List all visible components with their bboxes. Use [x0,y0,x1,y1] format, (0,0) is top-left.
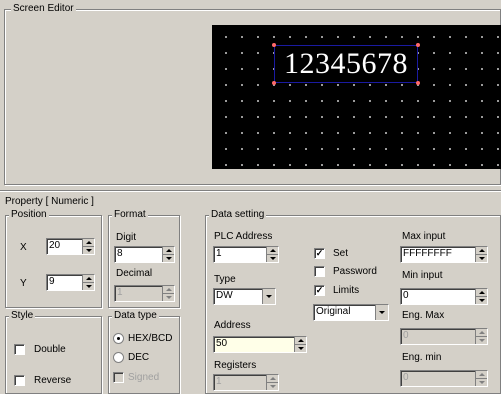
address-input[interactable]: 50 [213,336,307,353]
resize-handle-br[interactable] [416,81,420,85]
resize-handle-tl[interactable] [272,43,276,47]
min-input-field[interactable]: 0 [400,288,488,305]
max-spin-icon[interactable] [475,247,487,262]
mode-dropdown-icon[interactable] [375,305,388,320]
type-select[interactable]: DW [213,288,276,305]
hex-bcd-label: HEX/BCD [128,333,173,344]
type-label: Type [214,274,236,285]
data-type-title: Data type [112,310,159,322]
max-input-field[interactable]: FFFFFFFF [400,246,488,263]
double-checkbox[interactable] [14,344,25,355]
decimal-label: Decimal [116,268,153,279]
style-title: Style [9,310,36,322]
registers-spin-icon [266,375,278,390]
digit-spin-icon[interactable] [162,247,174,262]
digit-input[interactable]: 8 [114,246,175,263]
screen-editor-title: Screen Editor [11,3,76,15]
resize-handle-tr[interactable] [416,43,420,47]
digit-label: Digit [116,232,137,243]
eng-max-field: 0 [400,328,488,345]
type-dropdown-icon[interactable] [262,289,275,304]
property-title: Property [ Numeric ] [5,196,94,207]
signed-label: Signed [128,372,160,383]
reverse-checkbox[interactable] [14,375,25,386]
set-checkbox[interactable]: ✓ [314,248,325,259]
reverse-label: Reverse [34,375,72,386]
min-spin-icon[interactable] [475,289,487,304]
set-label: Set [333,248,349,259]
plc-address-input[interactable]: 1 [213,246,279,263]
dec-radio[interactable] [113,352,124,363]
mode-select[interactable]: Original [313,304,389,321]
x-spin-icon[interactable] [82,239,94,254]
position-title: Position [9,209,49,221]
screen-canvas[interactable]: 12345678 [212,25,501,169]
dec-label: DEC [128,352,150,363]
resize-handle-bl[interactable] [272,81,276,85]
x-label: X [20,242,27,253]
format-title: Format [112,209,148,221]
eng-min-label: Eng. min [402,352,442,363]
decimal-input: 1 [114,285,175,302]
hex-bcd-radio[interactable] [113,333,124,344]
address-spin-icon[interactable] [294,337,306,352]
limits-label: Limits [333,285,360,296]
plc-address-label: PLC Address [214,231,273,242]
numeric-display-object[interactable]: 12345678 [274,45,418,83]
eng-min-field: 0 [400,370,488,387]
max-input-label: Max input [402,231,446,242]
address-label: Address [214,320,251,331]
y-input[interactable]: 9 [46,274,95,291]
eng-max-label: Eng. Max [402,310,445,321]
x-input[interactable]: 20 [46,238,95,255]
registers-input: 1 [213,374,279,391]
limits-checkbox[interactable]: ✓ [314,285,325,296]
signed-checkbox [113,372,124,383]
double-label: Double [34,344,66,355]
decimal-spin-icon [162,286,174,301]
min-input-label: Min input [402,270,443,281]
pane-separator[interactable] [0,190,501,192]
y-spin-icon[interactable] [82,275,94,290]
password-label: Password [333,266,377,277]
position-group: Position [5,209,102,308]
data-setting-title: Data setting [209,209,267,221]
password-checkbox[interactable] [314,266,325,277]
y-label: Y [20,278,27,289]
plc-spin-icon[interactable] [266,247,278,262]
eng-min-spin-icon [475,371,487,386]
eng-max-spin-icon [475,329,487,344]
registers-label: Registers [214,360,257,371]
